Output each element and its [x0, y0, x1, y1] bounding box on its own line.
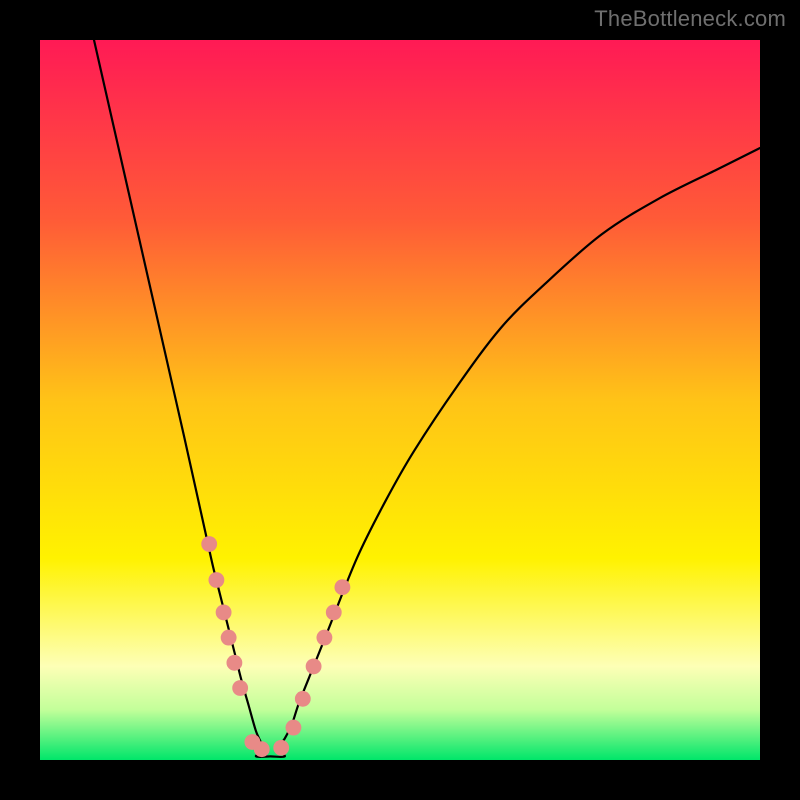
data-marker	[316, 630, 332, 646]
data-marker	[221, 630, 237, 646]
data-marker	[334, 579, 350, 595]
data-marker	[208, 572, 224, 588]
data-marker	[232, 680, 248, 696]
data-marker	[286, 720, 302, 736]
data-marker	[216, 604, 232, 620]
data-marker	[273, 740, 289, 756]
chart-svg	[40, 40, 760, 760]
data-marker	[295, 691, 311, 707]
chart-plot-area	[40, 40, 760, 760]
watermark-text: TheBottleneck.com	[594, 6, 786, 32]
data-marker	[226, 655, 242, 671]
data-marker	[201, 536, 217, 552]
data-marker	[326, 604, 342, 620]
data-marker	[306, 658, 322, 674]
data-marker	[254, 741, 270, 757]
gradient-background	[40, 40, 760, 760]
